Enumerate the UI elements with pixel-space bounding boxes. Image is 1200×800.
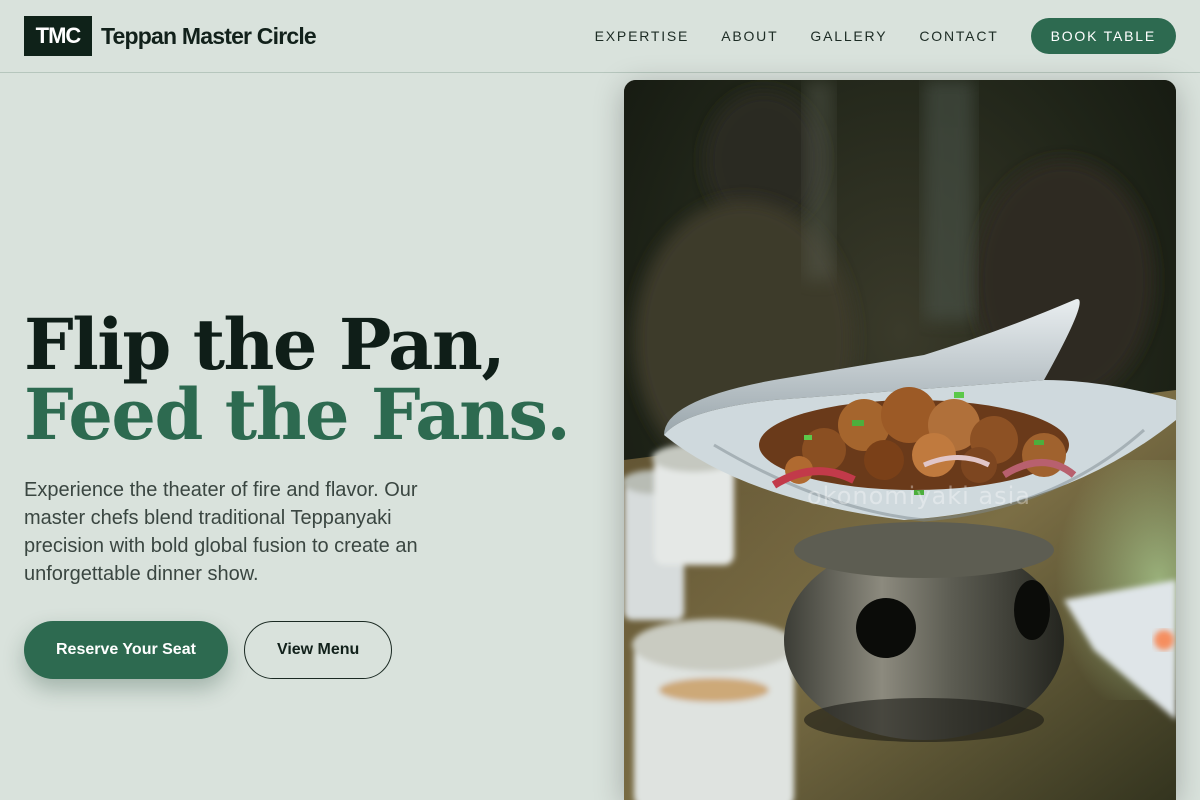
photo-watermark: okonomiyaki asia	[807, 482, 1031, 510]
brand[interactable]: TMC Teppan Master Circle	[24, 16, 317, 56]
hero-cta-group: Reserve Your Seat View Menu	[24, 621, 393, 679]
nav-link-expertise[interactable]: EXPERTISE	[595, 28, 690, 44]
hero-description: Experience the theater of fire and flavo…	[24, 479, 418, 585]
hero-copy: Flip the Pan, Feed the Fans. Experience …	[24, 310, 584, 588]
hero-photo: okonomiyaki asia	[624, 80, 1176, 800]
headline-line-2: Feed the Fans.	[24, 373, 571, 456]
reserve-seat-button[interactable]: Reserve Your Seat	[24, 621, 228, 679]
logo-mark[interactable]: TMC	[24, 16, 92, 56]
book-table-button[interactable]: BOOK TABLE	[1030, 18, 1176, 54]
site-header: TMC Teppan Master Circle EXPERTISE ABOUT…	[0, 0, 1200, 73]
headline-line-1: Flip the Pan,	[24, 303, 506, 386]
view-menu-button[interactable]: View Menu	[243, 621, 393, 679]
hero-headline: Flip the Pan, Feed the Fans.	[24, 310, 584, 450]
nav-link-contact[interactable]: CONTACT	[919, 28, 998, 44]
brand-name[interactable]: Teppan Master Circle	[101, 23, 317, 50]
nav-link-gallery[interactable]: GALLERY	[810, 28, 887, 44]
nav-link-about[interactable]: ABOUT	[721, 28, 778, 44]
food-photo-illustration: okonomiyaki asia	[624, 80, 1176, 800]
main-nav: EXPERTISE ABOUT GALLERY CONTACT BOOK TAB…	[595, 18, 1176, 54]
